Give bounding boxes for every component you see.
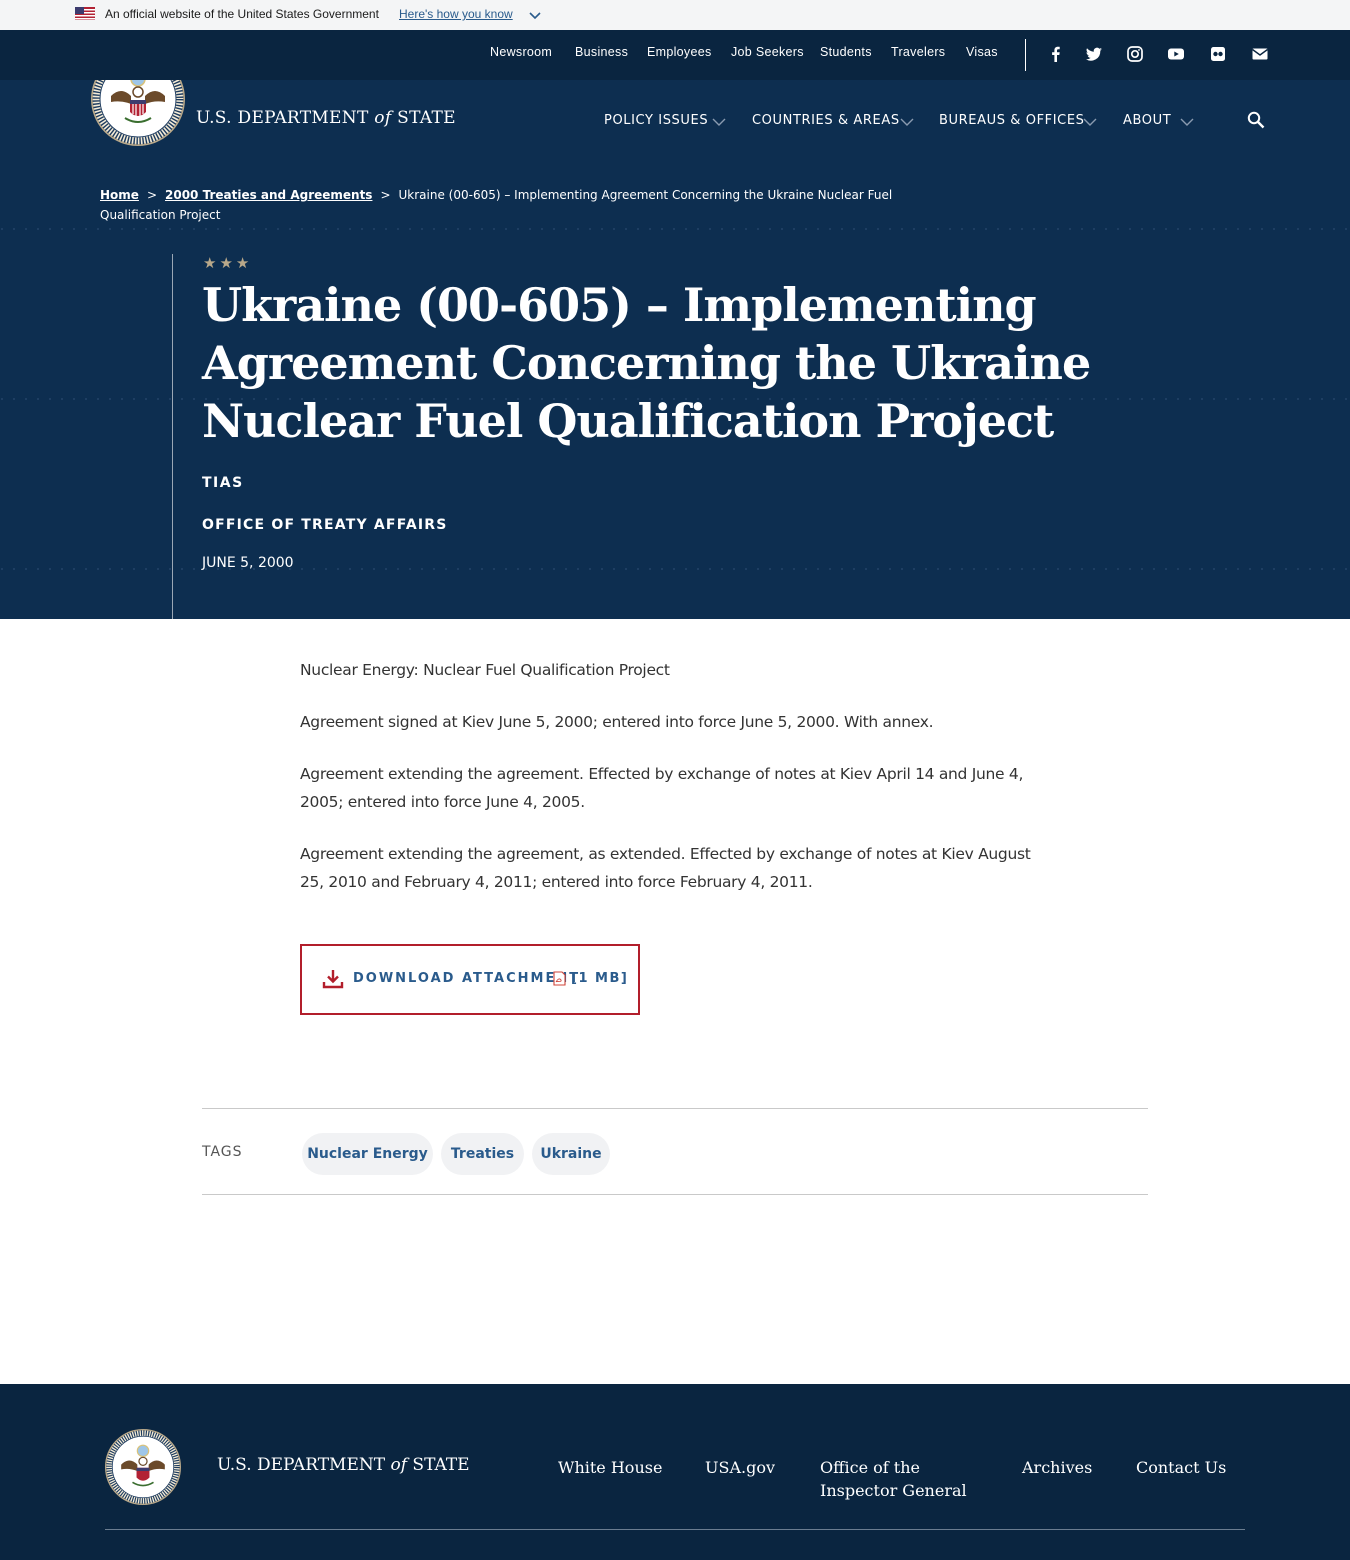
- utility-link-employees[interactable]: Employees: [647, 45, 712, 59]
- wordmark-text-end: STATE: [391, 108, 456, 128]
- breadcrumb: Home >2000 Treaties and Agreements > Ukrain…: [100, 185, 920, 225]
- department-seal-logo[interactable]: [91, 80, 185, 146]
- twitter-icon[interactable]: [1085, 45, 1103, 63]
- footer-wordmark[interactable]: U.S. DEPARTMENT of STATE: [217, 1455, 470, 1475]
- nav-about[interactable]: ABOUT: [1123, 113, 1171, 128]
- utility-divider: [1025, 39, 1026, 71]
- page-hero: U.S. DEPARTMENT of STATE POLICY ISSUES C…: [0, 80, 1350, 619]
- nav-policy-issues[interactable]: POLICY ISSUES: [604, 113, 708, 128]
- utility-link-travelers[interactable]: Travelers: [891, 45, 945, 59]
- footer-divider: [105, 1529, 1245, 1530]
- utility-link-business[interactable]: Business: [575, 45, 628, 59]
- tag-treaties[interactable]: Treaties: [441, 1133, 524, 1175]
- utility-link-students[interactable]: Students: [820, 45, 872, 59]
- search-icon[interactable]: [1246, 110, 1266, 130]
- footer-link-inspector-general[interactable]: Office of the Inspector General: [820, 1456, 970, 1502]
- department-seal-logo[interactable]: [105, 1429, 181, 1505]
- breadcrumb-separator: >: [380, 188, 391, 202]
- site-footer: U.S. DEPARTMENT of STATE White House USA…: [0, 1384, 1350, 1560]
- wordmark-of: of: [390, 1455, 408, 1475]
- us-flag-icon: [75, 7, 95, 20]
- official-site-text: An official website of the United States…: [105, 7, 379, 21]
- nav-bureaus-offices[interactable]: BUREAUS & OFFICES: [939, 113, 1085, 128]
- download-label: DOWNLOAD ATTACHMENT: [353, 971, 581, 986]
- office-label: OFFICE OF TREATY AFFAIRS: [202, 517, 448, 533]
- chevron-down-icon[interactable]: [712, 115, 726, 129]
- download-file-size: [1 MB]: [571, 971, 629, 986]
- body-paragraph: Nuclear Energy: Nuclear Fuel Qualificati…: [300, 661, 670, 679]
- footer-link-archives[interactable]: Archives: [1022, 1456, 1092, 1479]
- body-paragraph: Agreement extending the agreement, as ex…: [300, 845, 1031, 891]
- utility-nav: Newsroom Business Employees Job Seekers …: [0, 30, 1350, 80]
- tags-divider-bottom: [202, 1194, 1148, 1195]
- hero-vertical-rule: [172, 254, 173, 619]
- email-icon[interactable]: [1251, 45, 1269, 63]
- breadcrumb-home-link[interactable]: Home: [100, 188, 139, 202]
- youtube-icon[interactable]: [1167, 45, 1185, 63]
- tags-label: TAGS: [202, 1144, 243, 1160]
- wordmark-text-end: STATE: [407, 1455, 470, 1475]
- flickr-icon[interactable]: [1209, 45, 1227, 63]
- stars-ornament: ★★★: [203, 254, 253, 272]
- utility-link-job-seekers[interactable]: Job Seekers: [731, 45, 804, 59]
- download-attachment-button[interactable]: DOWNLOAD ATTACHMENT [1 MB]: [300, 944, 640, 1015]
- footer-link-white-house[interactable]: White House: [558, 1456, 662, 1479]
- download-icon: [322, 970, 344, 989]
- chevron-down-icon[interactable]: [528, 9, 542, 23]
- tag-nuclear-energy[interactable]: Nuclear Energy: [302, 1133, 433, 1175]
- chevron-down-icon[interactable]: [1083, 115, 1097, 129]
- page-title: Ukraine (00-605) – Implementing Agreemen…: [202, 278, 1091, 448]
- how-you-know-link[interactable]: Here's how you know: [399, 7, 513, 21]
- breadcrumb-parent-link[interactable]: 2000 Treaties and Agreements: [165, 188, 372, 202]
- department-wordmark[interactable]: U.S. DEPARTMENT of STATE: [196, 108, 456, 128]
- footer-link-usa-gov[interactable]: USA.gov: [705, 1456, 775, 1479]
- tags-divider-top: [202, 1108, 1148, 1109]
- gov-banner: An official website of the United States…: [0, 0, 1350, 30]
- pdf-file-icon: [553, 971, 566, 986]
- body-paragraph: Agreement extending the agreement. Effec…: [300, 765, 1024, 811]
- wordmark-text: U.S. DEPARTMENT: [196, 108, 375, 128]
- utility-link-visas[interactable]: Visas: [966, 45, 998, 59]
- chevron-down-icon[interactable]: [900, 115, 914, 129]
- publish-date: JUNE 5, 2000: [202, 555, 294, 571]
- facebook-icon[interactable]: [1047, 45, 1065, 63]
- nav-countries-areas[interactable]: COUNTRIES & AREAS: [752, 113, 900, 128]
- chevron-down-icon[interactable]: [1180, 115, 1194, 129]
- utility-link-newsroom[interactable]: Newsroom: [490, 45, 552, 59]
- instagram-icon[interactable]: [1126, 45, 1144, 63]
- wordmark-text: U.S. DEPARTMENT: [217, 1455, 391, 1475]
- body-paragraph: Agreement signed at Kiev June 5, 2000; e…: [300, 713, 934, 731]
- tag-ukraine[interactable]: Ukraine: [532, 1133, 610, 1175]
- breadcrumb-separator: >: [146, 188, 157, 202]
- doc-type-label: TIAS: [202, 475, 244, 491]
- wordmark-of: of: [374, 108, 392, 128]
- footer-link-contact-us[interactable]: Contact Us: [1136, 1456, 1226, 1479]
